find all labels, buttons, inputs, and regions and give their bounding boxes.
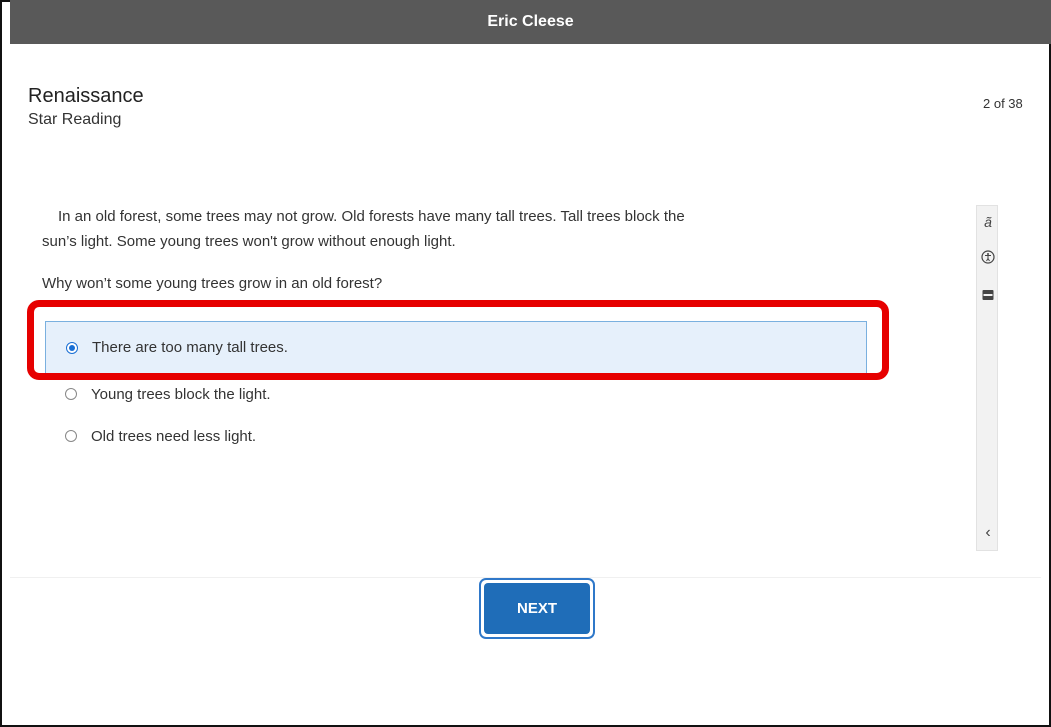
question-progress: 2 of 38	[983, 96, 1023, 111]
tool-rail: ã ‹	[976, 205, 998, 551]
answer-choice-2[interactable]: Young trees block the light.	[45, 382, 867, 406]
answer-choice-label: There are too many tall trees.	[92, 339, 288, 356]
collapse-chevron-icon[interactable]: ‹	[977, 524, 999, 542]
answer-choice-label: Young trees block the light.	[91, 385, 271, 403]
answer-choice-label: Old trees need less light.	[91, 427, 257, 445]
next-button-label: NEXT	[484, 583, 590, 634]
brand: Renaissance Star Reading	[28, 84, 144, 130]
answer-choice-3[interactable]: Old trees need less light.	[45, 424, 867, 448]
question-text: Why won’t some young trees grow in an ol…	[42, 275, 383, 292]
brand-subtitle: Star Reading	[28, 111, 122, 128]
translate-icon[interactable]: ã	[977, 214, 999, 230]
line-reader-icon[interactable]	[977, 288, 999, 306]
next-button[interactable]: NEXT	[479, 578, 595, 639]
radio-icon[interactable]	[65, 388, 77, 400]
radio-icon[interactable]	[65, 430, 77, 442]
accessibility-icon[interactable]	[977, 250, 999, 269]
radio-selected-icon[interactable]	[66, 341, 78, 354]
reading-passage: In an old forest, some trees may not gro…	[42, 208, 685, 250]
brand-title: Renaissance	[28, 85, 144, 107]
header-bar: Eric Cleese	[10, 0, 1051, 44]
user-name: Eric Cleese	[487, 13, 574, 30]
answer-choice-1[interactable]: There are too many tall trees.	[45, 321, 867, 374]
